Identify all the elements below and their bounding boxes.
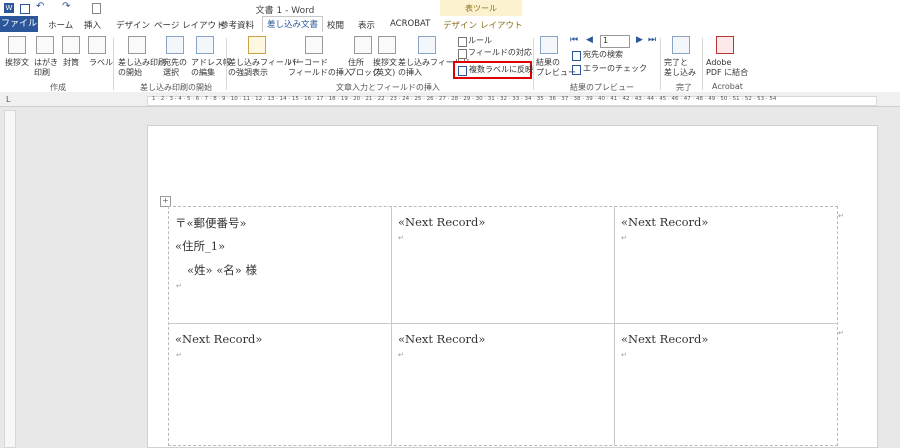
tab-page-layout[interactable]: ページ レイアウト [154, 19, 225, 31]
end-of-row-mark: ↵ [838, 329, 844, 337]
tab-design[interactable]: デザイン [116, 19, 150, 31]
update-labels-highlight[interactable]: 複数ラベルに反映 [453, 61, 533, 79]
record-number-input[interactable]: 1 [600, 35, 630, 48]
tab-review[interactable]: 校閲 [327, 19, 344, 31]
vertical-ruler [4, 110, 16, 448]
name-field[interactable]: «姓» «名» 様 [187, 262, 257, 278]
postcard-icon [36, 36, 54, 54]
end-of-row-mark: ↵ [838, 212, 844, 220]
edit-list-icon [196, 36, 214, 54]
previous-record-icon[interactable]: ◀ [586, 35, 593, 45]
find-recipient-icon [572, 51, 581, 61]
ribbon-separator [113, 38, 114, 90]
tab-mailings[interactable]: 差し込み文書 [262, 16, 324, 33]
table-row-border [168, 323, 838, 324]
paragraph-mark: ↵ [398, 234, 404, 242]
group-label-acrobat: Acrobat [712, 82, 743, 91]
last-record-icon[interactable]: ⏭ [648, 35, 656, 45]
first-record-icon[interactable]: ⏮ [570, 35, 578, 45]
labels-button[interactable]: ラベル [89, 58, 113, 68]
paragraph-mark: ↵ [621, 234, 627, 242]
check-errors-icon [572, 65, 581, 75]
adobe-pdf-icon [716, 36, 734, 54]
find-recipient-button[interactable]: 宛先の検索 [583, 50, 623, 60]
paragraph-mark: ↵ [176, 351, 182, 359]
greeting-line-button[interactable]: 挨拶文 (英文) [373, 58, 397, 78]
envelope-button[interactable]: 封筒 [63, 58, 79, 68]
select-recipients-button[interactable]: 宛先の 選択 [163, 58, 187, 78]
barcode-icon [305, 36, 323, 54]
tab-acrobat[interactable]: ACROBAT [390, 19, 430, 29]
ribbon-separator [533, 38, 534, 90]
rules-button[interactable]: ルール [468, 36, 492, 46]
table-column-border [391, 206, 392, 446]
preview-results-icon [540, 36, 558, 54]
match-fields-button[interactable]: フィールドの対応 [468, 48, 532, 58]
table-column-border [614, 206, 615, 446]
next-record-field[interactable]: «Next Record» [175, 332, 262, 346]
next-record-field[interactable]: «Next Record» [621, 332, 708, 346]
paragraph-mark: ↵ [398, 351, 404, 359]
greeting-icon [8, 36, 26, 54]
address-field[interactable]: «住所_1» [175, 238, 225, 254]
postcard-button[interactable]: はがき 印刷 [34, 58, 58, 78]
context-tab-label: 表ツール [465, 4, 497, 13]
tab-references[interactable]: 参考資料 [220, 19, 254, 31]
tab-selector-icon[interactable]: L [6, 95, 10, 104]
tab-insert[interactable]: 挿入 [84, 19, 101, 31]
ribbon-separator [660, 38, 661, 90]
tab-table-layout[interactable]: レイアウト [480, 19, 523, 31]
check-errors-button[interactable]: エラーのチェック [583, 64, 647, 74]
update-labels-button[interactable]: 複数ラベルに反映 [469, 65, 533, 75]
finish-merge-icon [672, 36, 690, 54]
select-recipients-icon [166, 36, 184, 54]
envelope-icon [62, 36, 80, 54]
greeting-button[interactable]: 挨拶文 [5, 58, 29, 68]
label-table [168, 206, 838, 446]
insert-barcode-button[interactable]: バーコード フィールドの挿入 [288, 58, 352, 78]
postal-code-field[interactable]: 〒«郵便番号» [175, 215, 247, 231]
ribbon-separator [702, 38, 703, 90]
match-fields-icon [458, 49, 467, 59]
update-labels-icon [458, 66, 467, 76]
preview-results-button[interactable]: 結果の プレビュー [536, 58, 576, 78]
edit-recipient-list-button[interactable]: アドレス帳 の編集 [191, 58, 231, 78]
greeting-line-icon [378, 36, 396, 54]
next-record-field[interactable]: «Next Record» [398, 332, 485, 346]
paragraph-mark: ↵ [176, 282, 182, 290]
labels-icon [88, 36, 106, 54]
tab-file[interactable]: ファイル [0, 16, 38, 32]
paragraph-mark: ↵ [621, 351, 627, 359]
rules-icon [458, 37, 467, 47]
next-record-field[interactable]: «Next Record» [621, 215, 708, 229]
record-number-value: 1 [603, 36, 609, 45]
finish-merge-button[interactable]: 完了と 差し込み [664, 58, 696, 78]
ribbon-separator [226, 38, 227, 90]
merge-to-pdf-button[interactable]: Adobe PDF に結合 [706, 58, 748, 78]
ruler-numbers: 1 · 2 · 3 · 4 · 5 · 6 · 7 · 8 · 9 · 10 ·… [152, 96, 777, 102]
tab-home[interactable]: ホーム [48, 19, 73, 31]
tab-view[interactable]: 表示 [358, 19, 375, 31]
next-record-field[interactable]: «Next Record» [398, 215, 485, 229]
highlight-fields-icon [248, 36, 266, 54]
insert-field-icon [418, 36, 436, 54]
address-block-icon [354, 36, 372, 54]
start-merge-icon [128, 36, 146, 54]
tab-table-design[interactable]: デザイン [443, 19, 477, 31]
next-record-icon[interactable]: ▶ [636, 35, 643, 45]
start-mail-merge-button[interactable]: 差し込み印刷 の開始 [118, 58, 166, 78]
